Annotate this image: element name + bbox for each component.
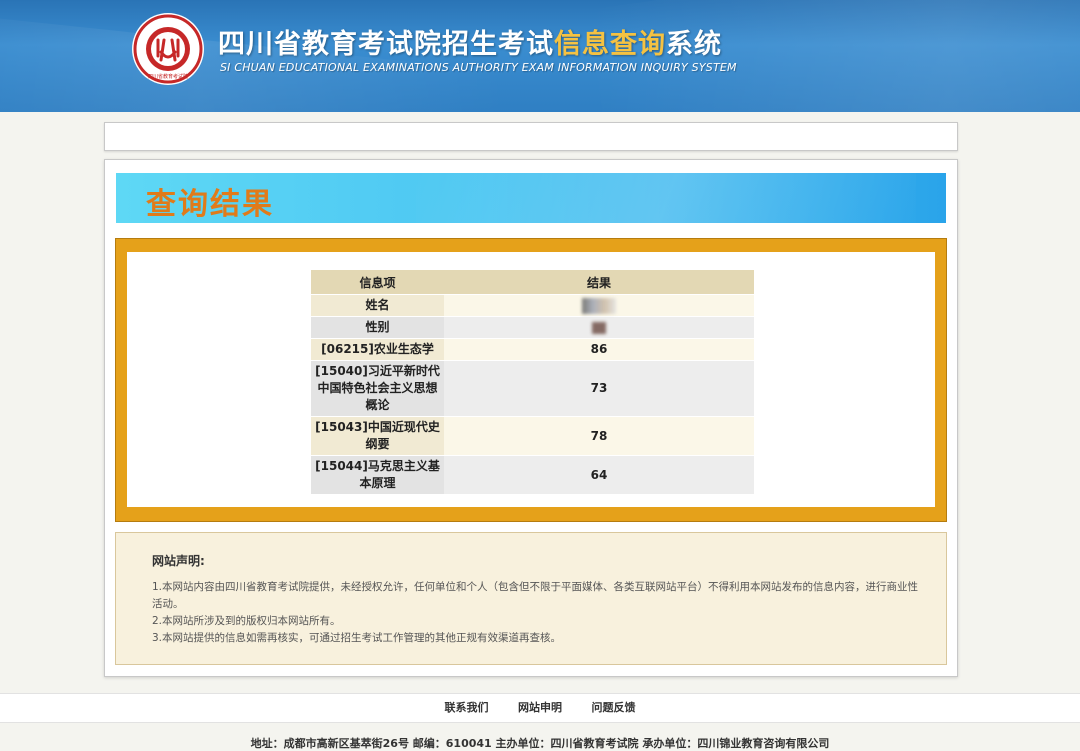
table-row: 性别 xyxy=(311,316,754,339)
main-panel: 查询结果 信息项 结果 姓名 性别 [06215]农业生态学 86 [15040… xyxy=(104,159,958,677)
notice-title: 网站声明: xyxy=(152,554,205,568)
row-value: 78 xyxy=(444,416,754,456)
notice-line: 3.本网站提供的信息如需再核实，可通过招生考试工作管理的其他正规有效渠道再查核。 xyxy=(152,632,562,644)
site-notice: 网站声明: 1.本网站内容由四川省教育考试院提供，未经授权允许，任何单位和个人（… xyxy=(115,532,947,665)
row-item-label: [15044]马克思主义基本原理 xyxy=(311,455,444,495)
table-row: [15040]习近平新时代中国特色社会主义思想概论 73 xyxy=(311,360,754,417)
result-container: 信息项 结果 姓名 性别 [06215]农业生态学 86 [15040]习近平新… xyxy=(127,252,935,507)
row-item-label: [15043]中国近现代史纲要 xyxy=(311,416,444,456)
svg-text:四川省教育考试院: 四川省教育考试院 xyxy=(148,73,188,80)
table-header-row: 信息项 结果 xyxy=(311,270,754,295)
column-header-item: 信息项 xyxy=(311,270,444,295)
top-bar xyxy=(104,122,958,151)
notice-body: 1.本网站内容由四川省教育考试院提供，未经授权允许，任何单位和个人（包含但不限于… xyxy=(152,579,922,647)
notice-line: 1.本网站内容由四川省教育考试院提供，未经授权允许，任何单位和个人（包含但不限于… xyxy=(152,581,919,610)
result-frame: 信息项 结果 姓名 性别 [06215]农业生态学 86 [15040]习近平新… xyxy=(115,238,947,522)
contact-us-link[interactable]: 联系我们 xyxy=(445,701,489,714)
result-title: 查询结果 xyxy=(146,187,274,222)
site-subtitle: SI CHUAN EDUCATIONAL EXAMINATIONS AUTHOR… xyxy=(220,61,737,74)
table-row: [06215]农业生态学 86 xyxy=(311,338,754,361)
table-row: [15044]马克思主义基本原理 64 xyxy=(311,455,754,495)
row-value: 64 xyxy=(444,455,754,495)
table-row: 姓名 xyxy=(311,294,754,317)
footer-links: 联系我们 网站申明 问题反馈 xyxy=(0,693,1080,723)
result-banner: 查询结果 xyxy=(116,173,946,223)
results-table: 信息项 结果 姓名 性别 [06215]农业生态学 86 [15040]习近平新… xyxy=(311,270,754,495)
row-value-redacted xyxy=(444,316,754,339)
feedback-link[interactable]: 问题反馈 xyxy=(592,701,636,714)
row-item-label: [06215]农业生态学 xyxy=(311,338,444,361)
row-value-redacted xyxy=(444,294,754,317)
column-header-result: 结果 xyxy=(444,270,754,295)
site-statement-link[interactable]: 网站申明 xyxy=(518,701,562,714)
seal-logo-icon: 四川省教育考试院 xyxy=(132,13,204,85)
row-item-label: 姓名 xyxy=(311,294,444,317)
row-value: 86 xyxy=(444,338,754,361)
footer-info: 地址：成都市高新区基萃街26号 邮编：610041 主办单位：四川省教育考试院 … xyxy=(250,737,830,750)
notice-line: 2.本网站所涉及到的版权归本网站所有。 xyxy=(152,615,341,627)
site-header: 四川省教育考试院 四川省教育考试院招生考试信息查询系统 SI CHUAN EDU… xyxy=(0,0,1080,112)
row-item-label: [15040]习近平新时代中国特色社会主义思想概论 xyxy=(311,360,444,417)
row-item-label: 性别 xyxy=(311,316,444,339)
site-title: 四川省教育考试院招生考试信息查询系统 xyxy=(218,29,722,60)
row-value: 73 xyxy=(444,360,754,417)
table-row: [15043]中国近现代史纲要 78 xyxy=(311,416,754,456)
